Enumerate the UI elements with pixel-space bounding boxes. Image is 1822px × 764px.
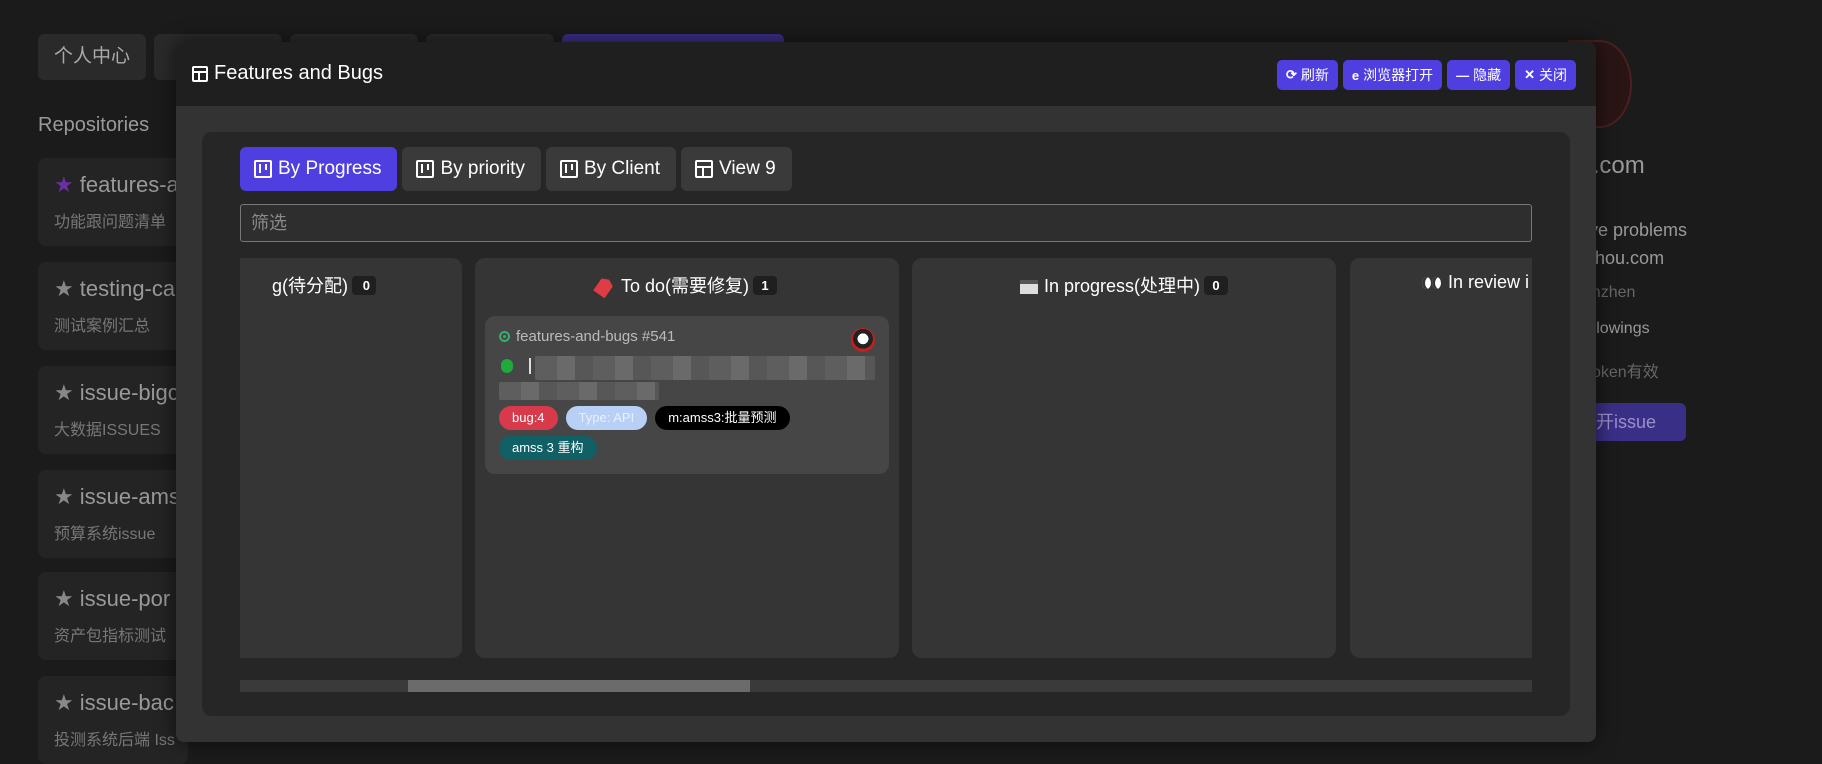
close-icon: ✕ — [1524, 67, 1535, 82]
repo-desc: 功能跟问题清单 — [54, 214, 167, 231]
repo-card[interactable]: ★ issue-por 资产包指标测试 — [38, 572, 188, 660]
star-icon: ★ — [54, 484, 74, 509]
board-icon — [559, 160, 578, 178]
tab-label: By priority — [440, 158, 525, 179]
tab-personal-center[interactable]: 个人中心 — [38, 34, 147, 80]
filter-input[interactable] — [240, 204, 1532, 242]
column-count-badge: 1 — [753, 276, 778, 295]
tab-view-9[interactable]: View 9 — [680, 147, 792, 191]
bug-icon — [501, 359, 513, 373]
board-columns: g(待分配) 0 To do(需要修复) 1 features-and-bugs #… — [240, 258, 1532, 658]
clapper-icon — [1019, 280, 1038, 295]
tab-by-priority[interactable]: By priority — [402, 147, 541, 191]
column-title: g(待分配) — [272, 276, 348, 296]
close-button[interactable]: ✕ 关闭 — [1515, 60, 1576, 90]
star-icon: ★ — [54, 172, 74, 197]
board-icon — [254, 160, 272, 178]
repo-desc: 投测系统后端 Iss — [54, 732, 175, 749]
hide-label: 隐藏 — [1473, 67, 1502, 83]
repo-name: issue-por — [79, 586, 171, 611]
profile-panel: ou.com ny solve problems aozhou.com shen… — [1560, 34, 1822, 750]
star-icon: ★ — [54, 586, 74, 611]
modal-title-text: Features and Bugs — [214, 62, 383, 84]
repo-desc: 测试案例汇总 — [54, 318, 151, 335]
horizontal-scrollbar[interactable] — [240, 680, 1532, 692]
column-in-review: In review i — [1350, 258, 1532, 658]
minimize-icon: — — [1456, 67, 1470, 83]
repo-card[interactable]: ★ issue-ams 预算系统issue — [38, 470, 188, 558]
repo-card[interactable]: ★ issue-bigc 大数据ISSUES — [38, 366, 188, 454]
column-header: In progress(处理中) 0 — [912, 272, 1336, 298]
eyes-icon — [1422, 277, 1442, 290]
redacted-text — [499, 382, 659, 400]
repo-desc: 资产包指标测试 — [54, 628, 167, 645]
repo-card[interactable]: ★ issue-bac 投测系统后端 Iss — [38, 676, 188, 764]
card-repo-ref[interactable]: features-and-bugs #541 — [499, 328, 675, 345]
tab-label: By Client — [583, 158, 660, 179]
board-icon — [416, 160, 435, 178]
view-tabs: By Progress By priority By Client View 9 — [240, 147, 792, 191]
refresh-button[interactable]: ⟳ 刷新 — [1276, 60, 1338, 90]
browser-icon: e — [1351, 67, 1360, 83]
scrollbar-thumb[interactable] — [408, 680, 750, 692]
card-title-blurred[interactable] — [499, 356, 875, 406]
repositories-title: Repositories — [38, 114, 150, 136]
refresh-label: 刷新 — [1300, 67, 1329, 83]
repo-name: issue-bac — [79, 690, 174, 715]
tab-by-progress[interactable]: By Progress — [240, 147, 398, 191]
column-header: In review i — [1422, 272, 1529, 293]
text-cursor — [529, 358, 531, 374]
issue-card[interactable]: features-and-bugs #541 bug:4 Type: API m… — [485, 316, 889, 474]
tab-by-client[interactable]: By Client — [545, 147, 676, 191]
column-header: To do(需要修复) 1 — [475, 272, 899, 298]
repo-name: issue-ams — [79, 484, 180, 509]
repo-desc: 预算系统issue — [54, 526, 156, 543]
tab-label: View 9 — [718, 158, 776, 179]
hide-button[interactable]: — 隐藏 — [1447, 60, 1511, 90]
label-icon — [593, 276, 615, 299]
column-header: g(待分配) 0 — [272, 272, 376, 298]
avatar[interactable] — [851, 328, 875, 352]
close-label: 关闭 — [1539, 67, 1567, 83]
table-icon — [694, 160, 713, 178]
column-title: To do(需要修复) — [620, 276, 750, 296]
repo-name: features-a — [79, 172, 179, 197]
refresh-icon: ⟳ — [1285, 67, 1297, 82]
column-title: In review i — [1448, 272, 1530, 292]
label-badge[interactable]: amss 3 重构 — [499, 436, 597, 460]
repo-name: testing-ca — [79, 276, 176, 301]
project-board: By Progress By priority By Client View 9… — [202, 132, 1570, 716]
open-browser-button[interactable]: e 浏览器打开 — [1342, 60, 1443, 90]
repo-desc: 大数据ISSUES — [54, 422, 161, 439]
star-icon: ★ — [54, 276, 74, 301]
column-count-badge: 0 — [1204, 276, 1229, 295]
column-todo: To do(需要修复) 1 features-and-bugs #541 bug… — [475, 258, 899, 658]
issue-open-icon — [499, 331, 510, 342]
repo-card[interactable]: ★ features-a 功能跟问题清单 — [38, 158, 188, 246]
column-in-progress: In progress(处理中) 0 — [912, 258, 1336, 658]
card-repo-text: features-and-bugs #541 — [516, 328, 676, 345]
label-badge[interactable]: Type: API — [565, 406, 648, 430]
tab-label: By Progress — [278, 158, 382, 179]
label-badge[interactable]: m:amss3:批量预测 — [655, 406, 790, 430]
modal-header: Features and Bugs ⟳ 刷新 e 浏览器打开 — 隐藏 ✕ 关闭 — [176, 42, 1596, 106]
project-modal: Features and Bugs ⟳ 刷新 e 浏览器打开 — 隐藏 ✕ 关闭 By … — [176, 42, 1596, 742]
column-count-badge: 0 — [352, 276, 376, 295]
star-icon: ★ — [54, 690, 74, 715]
repo-card[interactable]: ★ testing-ca 测试案例汇总 — [38, 262, 188, 350]
repo-name: issue-bigc — [79, 380, 179, 405]
redacted-text — [535, 356, 875, 380]
star-icon: ★ — [54, 380, 74, 405]
open-browser-label: 浏览器打开 — [1363, 67, 1434, 83]
header-buttons: ⟳ 刷新 e 浏览器打开 — 隐藏 ✕ 关闭 — [1276, 60, 1576, 90]
modal-title: Features and Bugs — [192, 62, 383, 85]
table-icon — [192, 65, 208, 82]
column-unassigned: g(待分配) 0 — [240, 258, 462, 658]
label-badge[interactable]: bug:4 — [499, 406, 558, 430]
card-labels: bug:4 Type: API m:amss3:批量预测 amss 3 重构 — [499, 406, 879, 460]
column-title: In progress(处理中) — [1043, 276, 1201, 296]
